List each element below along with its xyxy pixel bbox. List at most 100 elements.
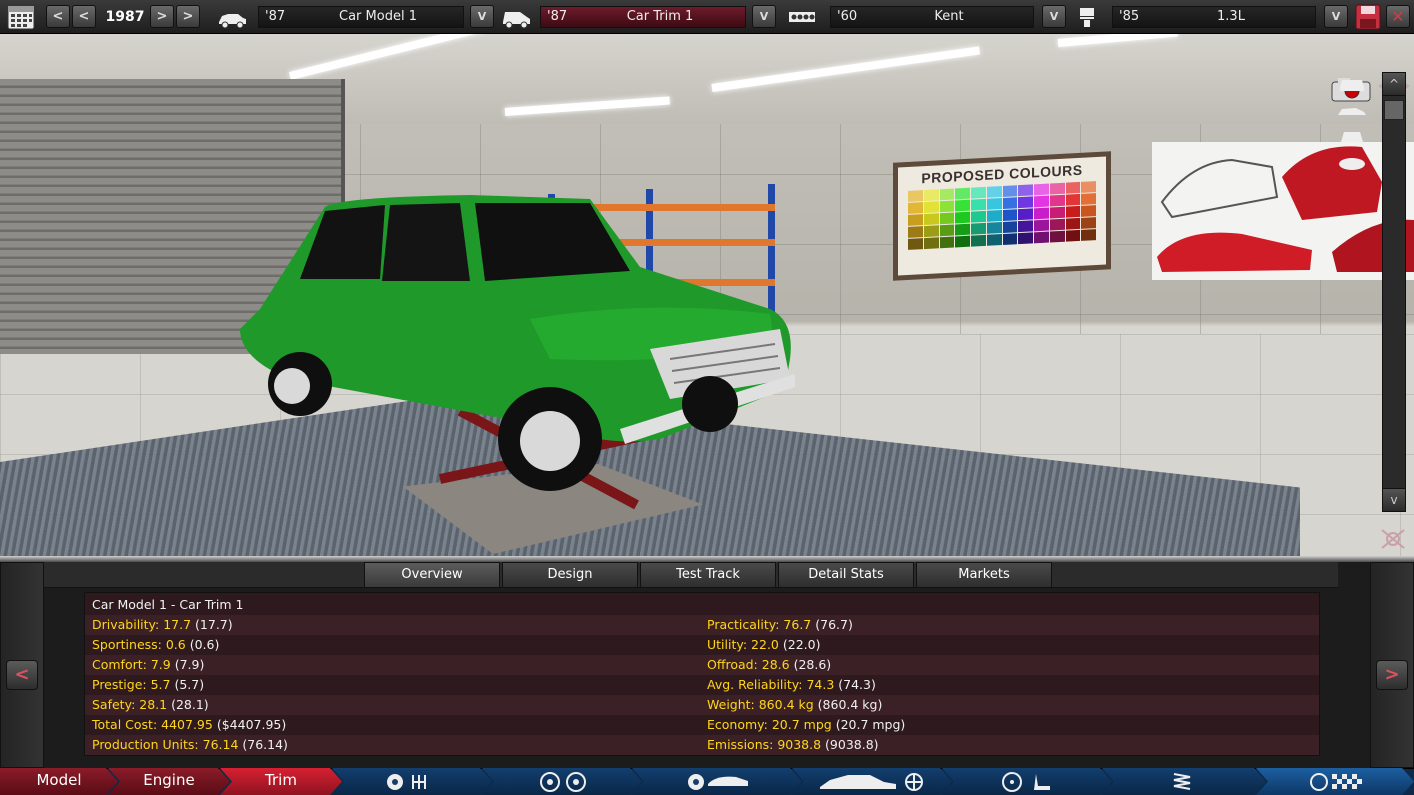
- view-scrollbar-track[interactable]: [1382, 72, 1406, 512]
- stat-value: Economy: 20.7 mpg: [707, 717, 832, 732]
- engine-family-select[interactable]: '60 Kent: [830, 6, 1034, 28]
- colour-swatch: [971, 222, 986, 235]
- colour-swatch: [908, 238, 923, 250]
- model-select[interactable]: '87 Car Model 1: [258, 6, 464, 28]
- colour-swatch: [1049, 206, 1065, 219]
- colour-swatch: [1065, 193, 1081, 206]
- stat-left-3: Prestige: 5.7 (5.7): [92, 675, 204, 695]
- view-scroll-down-button[interactable]: v: [1382, 488, 1406, 512]
- trim-dropdown-button[interactable]: V: [752, 5, 776, 28]
- stat-value: Production Units: 76.14: [92, 737, 239, 752]
- colour-swatch: [1049, 194, 1065, 207]
- stat-left-4: Safety: 28.1 (28.1): [92, 695, 209, 715]
- panel-prev-button[interactable]: <: [6, 660, 38, 690]
- engine-block-icon: [789, 12, 815, 22]
- colour-swatch: [1018, 184, 1033, 197]
- stat-left-2: Comfort: 7.9 (7.9): [92, 655, 204, 675]
- trim-select[interactable]: '87 Car Trim 1: [540, 6, 746, 28]
- nav-model[interactable]: Model: [0, 768, 118, 795]
- colour-swatch: [971, 186, 986, 199]
- colour-swatch: [1081, 229, 1096, 241]
- year-prev-button[interactable]: <: [72, 5, 96, 28]
- colour-swatch: [908, 190, 923, 202]
- trim-name: Car Trim 1: [626, 9, 694, 24]
- colour-swatch: [923, 201, 939, 214]
- colour-swatch: [971, 210, 986, 223]
- finish-flag-icon: [1310, 773, 1362, 791]
- colour-swatch: [1081, 193, 1096, 205]
- model-dropdown-button[interactable]: V: [470, 5, 494, 28]
- view-scroll-up-button[interactable]: ^: [1382, 72, 1406, 96]
- colour-swatch: [908, 226, 923, 238]
- piston-icon: [1080, 8, 1094, 27]
- stat-right-0: Practicality: 76.7 (76.7): [707, 615, 853, 635]
- panel-next-button[interactable]: >: [1376, 660, 1408, 690]
- year-prev-fast-button[interactable]: <: [46, 5, 70, 28]
- year-next-button[interactable]: >: [150, 5, 174, 28]
- stat-value: Prestige: 5.7: [92, 677, 171, 692]
- save-icon[interactable]: [1354, 4, 1382, 30]
- stat-row-band: [85, 615, 1319, 635]
- car-model-3d: [240, 195, 795, 491]
- engine-family-dropdown-button[interactable]: V: [1042, 5, 1066, 28]
- tab-test-track[interactable]: Test Track: [640, 562, 776, 588]
- rear-view-car-icon[interactable]: [1336, 128, 1368, 146]
- stat-value: Utility: 22.0: [707, 637, 779, 652]
- wheels-icon: [540, 772, 586, 792]
- stat-right-3: Avg. Reliability: 74.3 (74.3): [707, 675, 876, 695]
- top-toolbar: < < 1987 > > '87 Car Model 1 V '87 Car T…: [0, 0, 1414, 34]
- colour-swatch: [955, 211, 970, 224]
- car-trim-icon: [503, 12, 530, 29]
- car-designer-screen: < < 1987 > > '87 Car Model 1 V '87 Car T…: [0, 0, 1414, 795]
- stat-value: Offroad: 28.6: [707, 657, 790, 672]
- nav-trim[interactable]: Trim: [220, 768, 342, 795]
- stat-base-value: (76.14): [242, 737, 288, 752]
- colour-swatch: [923, 225, 939, 238]
- colour-swatch: [923, 237, 939, 250]
- stat-right-6: Emissions: 9038.8 (9038.8): [707, 735, 879, 755]
- view-scrollbar-thumb[interactable]: [1384, 100, 1404, 120]
- stat-value: Comfort: 7.9: [92, 657, 171, 672]
- colour-swatch: [1034, 183, 1049, 196]
- colour-swatch: [923, 189, 939, 202]
- stat-left-0: Drivability: 17.7 (17.7): [92, 615, 233, 635]
- car-model-icon: [219, 14, 246, 29]
- engine-variant-dropdown-button[interactable]: V: [1324, 5, 1348, 28]
- stat-left-1: Sportiness: 0.6 (0.6): [92, 635, 219, 655]
- model-year: '87: [265, 9, 286, 24]
- colour-swatch: [955, 223, 970, 236]
- nav-engine[interactable]: Engine: [108, 768, 230, 795]
- stat-value: Practicality: 76.7: [707, 617, 812, 632]
- stat-row-band: [85, 635, 1319, 655]
- tab-detail-stats[interactable]: Detail Stats: [778, 562, 914, 588]
- colour-swatch: [908, 202, 923, 214]
- year-next-fast-button[interactable]: >: [176, 5, 200, 28]
- tab-markets[interactable]: Markets: [916, 562, 1052, 588]
- side-view-car-icon[interactable]: [1336, 102, 1368, 120]
- tab-overview[interactable]: Overview: [364, 562, 500, 588]
- engine-family-name: Kent: [934, 9, 964, 24]
- car-3d-viewport[interactable]: PROPOSED COLOURS ^ v: [0, 34, 1414, 556]
- stat-value: Sportiness: 0.6: [92, 637, 186, 652]
- trim-year: '87: [547, 9, 568, 24]
- reset-view-icon[interactable]: [1378, 526, 1408, 552]
- front-view-car-icon[interactable]: [1336, 74, 1368, 92]
- body-aero-icon: [820, 773, 923, 791]
- close-button[interactable]: ✕: [1386, 5, 1410, 28]
- colour-swatch: [1018, 220, 1033, 233]
- top-view-car-icon[interactable]: [1336, 154, 1368, 172]
- stat-base-value: (9038.8): [825, 737, 879, 752]
- colour-swatch: [1034, 231, 1049, 244]
- colour-swatch: [939, 200, 955, 213]
- colour-swatch: [1081, 181, 1096, 193]
- interior-icon: [1002, 772, 1050, 792]
- stat-right-1: Utility: 22.0 (22.0): [707, 635, 820, 655]
- colour-swatch: [1018, 232, 1033, 245]
- colour-swatch: [986, 234, 1002, 246]
- tab-design[interactable]: Design: [502, 562, 638, 588]
- colour-swatch: [1049, 182, 1065, 195]
- colour-swatch: [1034, 219, 1049, 232]
- engine-variant-select[interactable]: '85 1.3L: [1112, 6, 1316, 28]
- calendar-icon[interactable]: [6, 3, 36, 31]
- colour-swatch: [1034, 195, 1049, 208]
